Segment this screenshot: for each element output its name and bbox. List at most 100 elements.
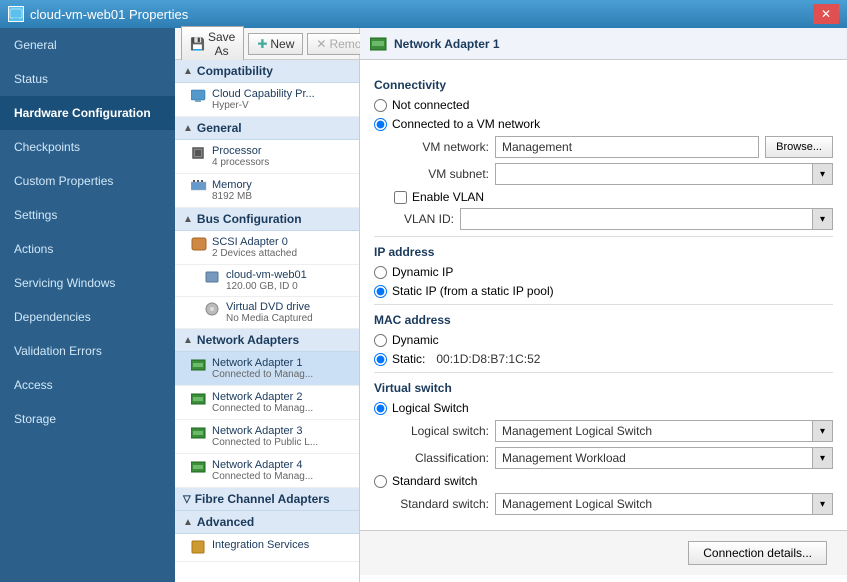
- tree-item-integration-services[interactable]: Integration Services: [175, 534, 359, 562]
- sidebar-item-dependencies[interactable]: Dependencies: [0, 300, 175, 334]
- scsi-icon: [191, 237, 207, 253]
- enable-vlan-row: Enable VLAN: [394, 190, 833, 204]
- static-ip-label[interactable]: Static IP (from a static IP pool): [374, 284, 554, 298]
- vm-subnet-arrow[interactable]: ▾: [812, 164, 832, 184]
- connected-vm-network-radio[interactable]: [374, 118, 387, 131]
- classification-select[interactable]: Management Workload ▾: [495, 447, 833, 469]
- logical-switch-label[interactable]: Logical Switch: [374, 401, 469, 415]
- connectivity-section: Connectivity: [374, 78, 833, 92]
- standard-switch-select[interactable]: Management Logical Switch ▾: [495, 493, 833, 515]
- app-icon: [8, 6, 24, 22]
- tree-item-nic2[interactable]: Network Adapter 2 Connected to Manag...: [175, 386, 359, 420]
- classification-arrow[interactable]: ▾: [812, 448, 832, 468]
- window-controls: ✕: [813, 4, 839, 24]
- disk-icon: [205, 270, 221, 286]
- sidebar-item-servicing-windows[interactable]: Servicing Windows: [0, 266, 175, 300]
- tree-section-advanced[interactable]: ▲ Advanced: [175, 511, 359, 534]
- integration-icon: [191, 540, 207, 556]
- tree-item-nic3[interactable]: Network Adapter 3 Connected to Public L.…: [175, 420, 359, 454]
- static-ip-radio[interactable]: [374, 285, 387, 298]
- right-panel: Network Adapter 1 Connectivity Not conne…: [360, 28, 847, 582]
- tree-section-fibre[interactable]: ▽ Fibre Channel Adapters: [175, 488, 359, 511]
- memory-icon: [191, 180, 207, 196]
- logical-switch-arrow[interactable]: ▾: [812, 421, 832, 441]
- standard-switch-arrow[interactable]: ▾: [812, 494, 832, 514]
- collapse-icon-network: ▲: [183, 335, 193, 346]
- collapse-icon-advanced: ▲: [183, 517, 193, 528]
- mac-address-value: 00:1D:D8:B7:1C:52: [430, 352, 540, 366]
- static-mac-radio[interactable]: [374, 353, 387, 366]
- tree-section-compatibility[interactable]: ▲ Compatibility: [175, 60, 359, 83]
- sidebar-item-validation-errors[interactable]: Validation Errors: [0, 334, 175, 368]
- collapse-icon-fibre: ▽: [183, 494, 191, 505]
- vlan-id-arrow[interactable]: ▾: [812, 209, 832, 229]
- logical-switch-select[interactable]: Management Logical Switch ▾: [495, 420, 833, 442]
- close-button[interactable]: ✕: [813, 4, 839, 24]
- vm-network-label: VM network:: [394, 140, 489, 154]
- vm-subnet-select[interactable]: ▾: [495, 163, 833, 185]
- sidebar-item-storage[interactable]: Storage: [0, 402, 175, 436]
- ip-address-section: IP address: [374, 245, 833, 259]
- enable-vlan-checkbox[interactable]: [394, 191, 407, 204]
- tree-item-scsi[interactable]: SCSI Adapter 0 2 Devices attached: [175, 231, 359, 265]
- new-button[interactable]: ✚ New: [248, 33, 303, 55]
- sidebar-item-status[interactable]: Status: [0, 62, 175, 96]
- static-mac-row: Static: 00:1D:D8:B7:1C:52: [374, 352, 833, 366]
- classification-label: Classification:: [394, 451, 489, 465]
- not-connected-label[interactable]: Not connected: [374, 98, 469, 112]
- nic3-icon: [191, 426, 207, 442]
- dynamic-ip-radio[interactable]: [374, 266, 387, 279]
- not-connected-radio[interactable]: [374, 99, 387, 112]
- logical-switch-select-row: Logical switch: Management Logical Switc…: [394, 420, 833, 442]
- connection-details-button[interactable]: Connection details...: [688, 541, 827, 565]
- tree-section-network-adapters[interactable]: ▲ Network Adapters: [175, 329, 359, 352]
- static-ip-row: Static IP (from a static IP pool): [374, 284, 833, 298]
- sidebar-item-custom-properties[interactable]: Custom Properties: [0, 164, 175, 198]
- sidebar-item-checkpoints[interactable]: Checkpoints: [0, 130, 175, 164]
- vlan-id-row: VLAN ID: ▾: [394, 208, 833, 230]
- tree-item-memory[interactable]: Memory 8192 MB: [175, 174, 359, 208]
- tree-item-dvd[interactable]: Virtual DVD drive No Media Captured: [175, 297, 359, 329]
- dynamic-mac-label[interactable]: Dynamic: [374, 333, 439, 347]
- tree-section-bus[interactable]: ▲ Bus Configuration: [175, 208, 359, 231]
- collapse-icon: ▲: [183, 66, 193, 77]
- nic4-icon: [191, 460, 207, 476]
- vlan-id-select[interactable]: ▾: [460, 208, 833, 230]
- sidebar-item-actions[interactable]: Actions: [0, 232, 175, 266]
- tree-item-disk[interactable]: cloud-vm-web01 120.00 GB, ID 0: [175, 265, 359, 297]
- sidebar-item-general[interactable]: General: [0, 28, 175, 62]
- dynamic-mac-radio[interactable]: [374, 334, 387, 347]
- dynamic-mac-row: Dynamic: [374, 333, 833, 347]
- dynamic-ip-label[interactable]: Dynamic IP: [374, 265, 453, 279]
- logical-switch-select-label: Logical switch:: [394, 424, 489, 438]
- dynamic-ip-row: Dynamic IP: [374, 265, 833, 279]
- vm-network-value: Management: [495, 136, 759, 158]
- sidebar-item-settings[interactable]: Settings: [0, 198, 175, 232]
- remove-icon: ✕: [316, 37, 326, 51]
- connected-vm-network-row: Connected to a VM network: [374, 117, 833, 131]
- dvd-icon: [205, 302, 221, 318]
- logical-switch-radio[interactable]: [374, 402, 387, 415]
- sidebar: General Status Hardware Configuration Ch…: [0, 28, 175, 582]
- mac-address-section: MAC address: [374, 313, 833, 327]
- standard-switch-select-row: Standard switch: Management Logical Swit…: [394, 493, 833, 515]
- collapse-icon-bus: ▲: [183, 214, 193, 225]
- browse-button[interactable]: Browse...: [765, 136, 833, 158]
- sidebar-item-hardware-configuration[interactable]: Hardware Configuration: [0, 96, 175, 130]
- collapse-icon-general: ▲: [183, 123, 193, 134]
- static-mac-label[interactable]: Static: 00:1D:D8:B7:1C:52: [374, 352, 540, 366]
- classification-row: Classification: Management Workload ▾: [394, 447, 833, 469]
- save-as-button[interactable]: 💾 Save As: [181, 26, 244, 62]
- tree-item-cloud-capability[interactable]: Cloud Capability Pr... Hyper-V: [175, 83, 359, 117]
- vm-capability-icon: [191, 89, 207, 105]
- connected-vm-network-label[interactable]: Connected to a VM network: [374, 117, 540, 131]
- tree-section-general[interactable]: ▲ General: [175, 117, 359, 140]
- sidebar-item-access[interactable]: Access: [0, 368, 175, 402]
- tree-item-nic1[interactable]: Network Adapter 1 Connected to Manag...: [175, 352, 359, 386]
- standard-switch-label[interactable]: Standard switch: [374, 474, 477, 488]
- vm-network-row: VM network: Management Browse...: [394, 136, 833, 158]
- vm-subnet-row: VM subnet: ▾: [394, 163, 833, 185]
- tree-item-nic4[interactable]: Network Adapter 4 Connected to Manag...: [175, 454, 359, 488]
- tree-item-processor[interactable]: Processor 4 processors: [175, 140, 359, 174]
- standard-switch-radio[interactable]: [374, 475, 387, 488]
